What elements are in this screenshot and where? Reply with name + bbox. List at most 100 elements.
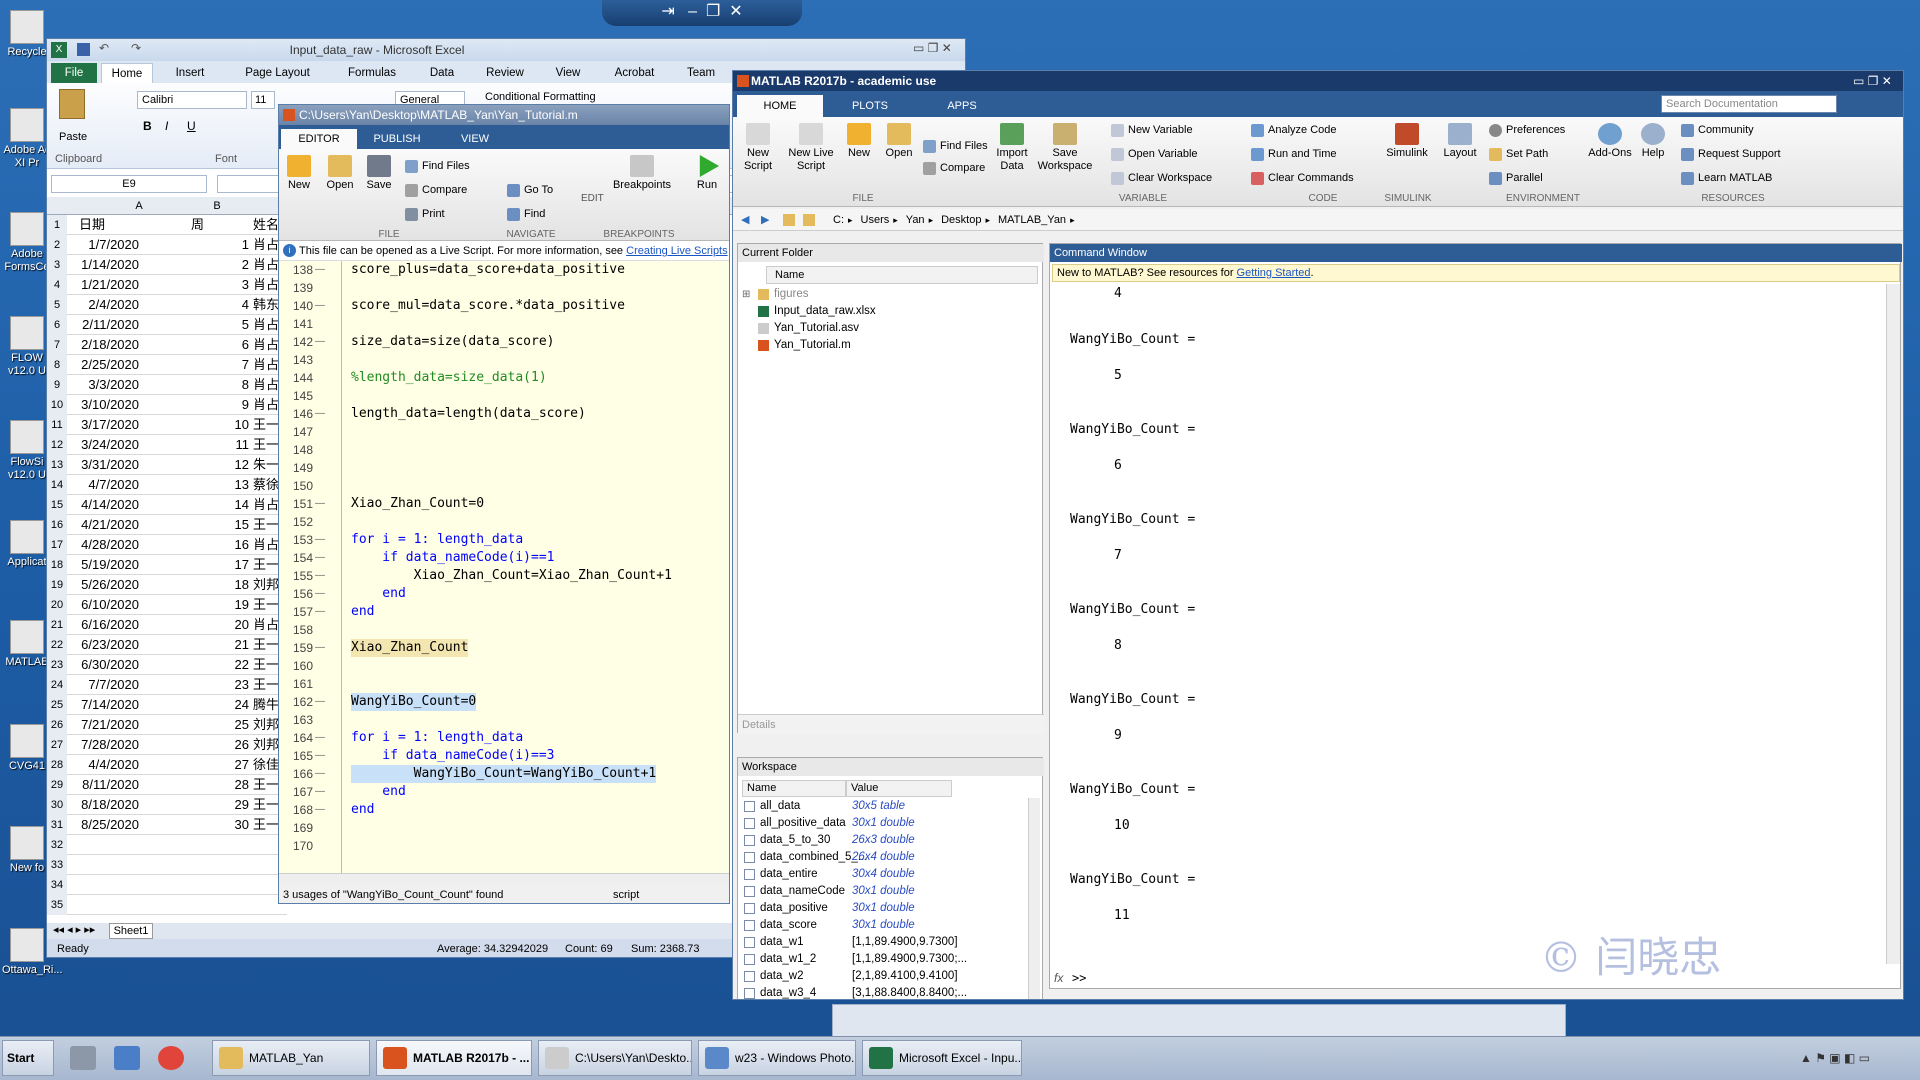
- breakpoint-dash[interactable]: —: [315, 333, 325, 351]
- row-header[interactable]: 7: [47, 335, 67, 355]
- add-ons-button[interactable]: Add-Ons: [1587, 123, 1633, 160]
- cell-week[interactable]: 28: [235, 775, 249, 795]
- simulink-button[interactable]: Simulink: [1383, 123, 1431, 160]
- desktop-icon[interactable]: CVG41: [2, 724, 52, 773]
- cell-name[interactable]: 徐佳: [253, 755, 279, 775]
- excel-tab[interactable]: Page Layout: [227, 63, 328, 83]
- excel-tab[interactable]: Data: [416, 63, 468, 83]
- cell-name[interactable]: 王一: [253, 595, 279, 615]
- row-header[interactable]: 21: [47, 615, 67, 635]
- row-header[interactable]: 20: [47, 595, 67, 615]
- sheet-tab-sheet1[interactable]: Sheet1: [109, 923, 153, 939]
- code-line[interactable]: %length_data=size_data(1): [351, 369, 547, 387]
- cell-date[interactable]: 4/7/2020: [88, 475, 139, 495]
- cell-week[interactable]: 30: [235, 815, 249, 835]
- paste-button[interactable]: Paste: [59, 131, 87, 143]
- cell-week[interactable]: 2: [242, 255, 249, 275]
- cell-week-header[interactable]: 周: [191, 215, 204, 235]
- close-icon[interactable]: ✕: [729, 3, 742, 20]
- row-header[interactable]: 24: [47, 675, 67, 695]
- row-header[interactable]: 4: [47, 275, 67, 295]
- code-line[interactable]: end: [351, 585, 406, 603]
- code-line[interactable]: for i = 1: length_data: [351, 729, 523, 747]
- cell-date[interactable]: 7/21/2020: [81, 715, 139, 735]
- cell-date[interactable]: 8/25/2020: [81, 815, 139, 835]
- desktop-icon[interactable]: MATLAB: [2, 620, 52, 669]
- row-header[interactable]: 1: [47, 215, 67, 235]
- server-icon[interactable]: [70, 1046, 96, 1070]
- font-name-select[interactable]: Calibri: [137, 91, 247, 109]
- cell-date[interactable]: 2/11/2020: [82, 315, 139, 335]
- cell-date[interactable]: 8/11/2020: [82, 775, 139, 795]
- cell-date[interactable]: 5/26/2020: [81, 575, 139, 595]
- bold-button[interactable]: B: [143, 119, 152, 133]
- restore-icon[interactable]: ❐: [706, 3, 720, 20]
- row-header[interactable]: 10: [47, 395, 67, 415]
- clear-workspace-button[interactable]: Clear Workspace: [1111, 169, 1212, 187]
- cell-week[interactable]: 20: [235, 615, 249, 635]
- row-header[interactable]: 16: [47, 515, 67, 535]
- cell-date[interactable]: 8/18/2020: [81, 795, 139, 815]
- row-header[interactable]: 14: [47, 475, 67, 495]
- cell-week[interactable]: 13: [235, 475, 249, 495]
- editor-new-button[interactable]: New: [283, 155, 315, 192]
- request-support-button[interactable]: Request Support: [1681, 145, 1781, 163]
- cell-week[interactable]: 3: [242, 275, 249, 295]
- cell-date[interactable]: 5/19/2020: [81, 555, 139, 575]
- name-box[interactable]: E9: [51, 175, 207, 193]
- cell-name[interactable]: 肖占: [253, 395, 279, 415]
- taskbar-item[interactable]: MATLAB_Yan: [212, 1040, 370, 1076]
- editor-hscrollbar[interactable]: [279, 873, 729, 885]
- italic-button[interactable]: I: [165, 119, 168, 133]
- matlab-window-controls[interactable]: ▭ ❐ ✕: [1853, 71, 1892, 91]
- learn-matlab-button[interactable]: Learn MATLAB: [1681, 169, 1772, 187]
- excel-tab[interactable]: Acrobat: [598, 63, 671, 83]
- minimize-icon[interactable]: –: [688, 3, 697, 20]
- layout-button[interactable]: Layout: [1439, 123, 1481, 160]
- save-workspace-button[interactable]: Save Workspace: [1035, 123, 1095, 173]
- cell-name[interactable]: 肖占: [253, 535, 279, 555]
- taskbar-item[interactable]: w23 - Windows Photo...: [698, 1040, 856, 1076]
- row-header[interactable]: 15: [47, 495, 67, 515]
- row-header[interactable]: 26: [47, 715, 67, 735]
- cell-date[interactable]: 1/7/2020: [88, 235, 139, 255]
- new-script-button[interactable]: New Script: [737, 123, 779, 173]
- cell-name-header[interactable]: 姓名: [253, 215, 279, 235]
- code-line[interactable]: for i = 1: length_data: [351, 531, 523, 549]
- code-line[interactable]: end: [351, 801, 374, 819]
- font-size-select[interactable]: 11: [251, 91, 275, 109]
- row-header[interactable]: 27: [47, 735, 67, 755]
- browse-folder-icon[interactable]: [803, 214, 815, 226]
- row-header[interactable]: 5: [47, 295, 67, 315]
- analyze-code-button[interactable]: Analyze Code: [1251, 121, 1337, 139]
- code-line[interactable]: end: [351, 603, 374, 621]
- compare-button[interactable]: Compare: [923, 159, 985, 177]
- pin-icon[interactable]: ⇥: [661, 3, 674, 20]
- cell-date[interactable]: 2/4/2020: [88, 295, 139, 315]
- desktop-icon[interactable]: FLOW v12.0 U: [2, 316, 52, 378]
- code-line[interactable]: score_plus=data_score+data_positive: [351, 261, 625, 279]
- breakpoint-dash[interactable]: —: [315, 585, 325, 603]
- cell-date[interactable]: 3/24/2020: [81, 435, 139, 455]
- desktop-icon[interactable]: FlowSi v12.0 U: [2, 420, 52, 482]
- cell-name[interactable]: 王一: [253, 555, 279, 575]
- breakpoints-button[interactable]: Breakpoints: [609, 155, 675, 192]
- new-live-script-button[interactable]: New Live Script: [783, 123, 839, 173]
- parallel-button[interactable]: Parallel: [1489, 169, 1543, 187]
- cell-name[interactable]: 肖占: [253, 235, 279, 255]
- excel-tab[interactable]: Home: [101, 63, 153, 83]
- taskbar-item[interactable]: C:\Users\Yan\Deskto...: [538, 1040, 692, 1076]
- cell-date[interactable]: 6/16/2020: [81, 615, 139, 635]
- breadcrumb-item[interactable]: Yan: [906, 214, 925, 226]
- desktop-icon[interactable]: Applicat: [2, 520, 52, 569]
- code-line[interactable]: size_data=size(data_score): [351, 333, 555, 351]
- editor-compare-button[interactable]: Compare: [405, 181, 467, 199]
- excel-tab[interactable]: File: [51, 63, 97, 83]
- breakpoint-dash[interactable]: —: [315, 549, 325, 567]
- ws-col-name[interactable]: Name: [742, 780, 846, 797]
- breadcrumb-item[interactable]: C:: [833, 214, 844, 226]
- cell-date[interactable]: 4/21/2020: [81, 515, 139, 535]
- row-header[interactable]: 34: [47, 875, 67, 895]
- desktop-icon[interactable]: Ottawa_Ri...: [2, 928, 63, 977]
- excel-window-controls[interactable]: ▭ ❐ ✕: [913, 41, 952, 55]
